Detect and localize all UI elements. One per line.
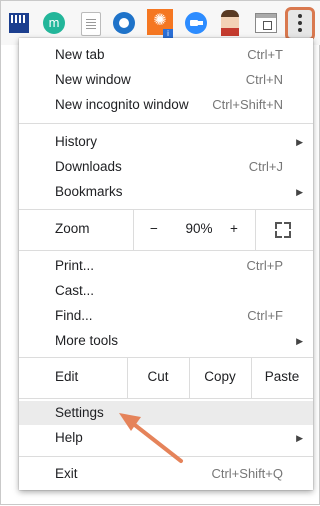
submenu-arrow-icon: ▶: [296, 137, 303, 147]
zoom-row: Zoom − 90% +: [19, 210, 313, 250]
shortcut-label: Ctrl+P: [246, 258, 283, 273]
divider: [255, 210, 256, 250]
shortcut-label: Ctrl+Shift+Q: [211, 466, 283, 481]
zoom-in-button[interactable]: +: [227, 221, 241, 236]
fullscreen-icon[interactable]: [275, 222, 291, 238]
menu-item-label: History: [55, 134, 98, 149]
menu-item-settings[interactable]: Settings: [19, 401, 313, 425]
more-vertical-icon[interactable]: [285, 7, 315, 41]
separator: [19, 123, 313, 124]
edit-label: Edit: [55, 369, 79, 384]
avatar-extension-icon[interactable]: [221, 10, 239, 36]
zoom-level: 90%: [185, 221, 213, 236]
chrome-main-menu: New tab Ctrl+T New window Ctrl+N New inc…: [19, 38, 313, 490]
shortcut-label: Ctrl+T: [247, 47, 283, 62]
document-extension-icon[interactable]: [81, 12, 101, 36]
window-extension-icon[interactable]: [255, 13, 277, 33]
new-extension-icon[interactable]: [9, 13, 29, 33]
menu-item-label: Settings: [55, 405, 104, 420]
menu-item-find[interactable]: Find... Ctrl+F: [19, 304, 313, 328]
shortcut-label: Ctrl+N: [245, 72, 283, 87]
menu-item-new-tab[interactable]: New tab Ctrl+T: [19, 43, 313, 67]
menu-item-print[interactable]: Print... Ctrl+P: [19, 254, 313, 278]
menu-item-downloads[interactable]: Downloads Ctrl+J: [19, 155, 313, 179]
m-extension-icon[interactable]: m: [43, 12, 65, 34]
edit-row: Edit Cut Copy Paste: [19, 358, 313, 398]
menu-item-label: Help: [55, 430, 83, 445]
menu-item-label: Cast...: [55, 283, 95, 298]
menu-item-help[interactable]: Help ▶: [19, 426, 313, 450]
menu-item-label: More tools: [55, 333, 119, 348]
menu-item-label: Downloads: [55, 159, 122, 174]
zoom-out-button[interactable]: −: [147, 221, 161, 236]
menu-item-cast[interactable]: Cast...: [19, 279, 313, 303]
separator: [19, 398, 313, 399]
menu-item-label: New incognito window: [55, 97, 189, 112]
submenu-arrow-icon: ▶: [296, 187, 303, 197]
shortcut-label: Ctrl+F: [247, 308, 283, 323]
menu-item-label: Bookmarks: [55, 184, 123, 199]
zoom-label: Zoom: [55, 221, 90, 236]
submenu-arrow-icon: ▶: [296, 336, 303, 346]
shortcut-label: Ctrl+J: [248, 159, 283, 174]
submenu-arrow-icon: ▶: [296, 433, 303, 443]
zoom-extension-icon[interactable]: [185, 12, 207, 34]
menu-item-new-window[interactable]: New window Ctrl+N: [19, 68, 313, 92]
menu-item-label: Find...: [55, 308, 93, 323]
menu-item-label: New window: [55, 72, 131, 87]
menu-item-label: Exit: [55, 466, 78, 481]
menu-item-label: Print...: [55, 258, 95, 273]
paste-button[interactable]: Paste: [252, 369, 312, 384]
browser-window: m ✺ i New tab Ctrl+T New window Ctrl+N N…: [0, 0, 320, 505]
cut-button[interactable]: Cut: [128, 369, 188, 384]
menu-item-label: New tab: [55, 47, 105, 62]
circle-extension-icon[interactable]: [113, 12, 135, 34]
shortcut-label: Ctrl+Shift+N: [212, 97, 283, 112]
separator: [19, 456, 313, 457]
menu-item-new-incognito[interactable]: New incognito window Ctrl+Shift+N: [19, 93, 313, 117]
copy-button[interactable]: Copy: [190, 369, 250, 384]
menu-item-history[interactable]: History ▶: [19, 130, 313, 154]
menu-item-exit[interactable]: Exit Ctrl+Shift+Q: [19, 462, 313, 486]
divider: [133, 210, 134, 250]
separator: [19, 250, 313, 251]
menu-item-bookmarks[interactable]: Bookmarks ▶: [19, 180, 313, 204]
menu-item-more-tools[interactable]: More tools ▶: [19, 329, 313, 353]
